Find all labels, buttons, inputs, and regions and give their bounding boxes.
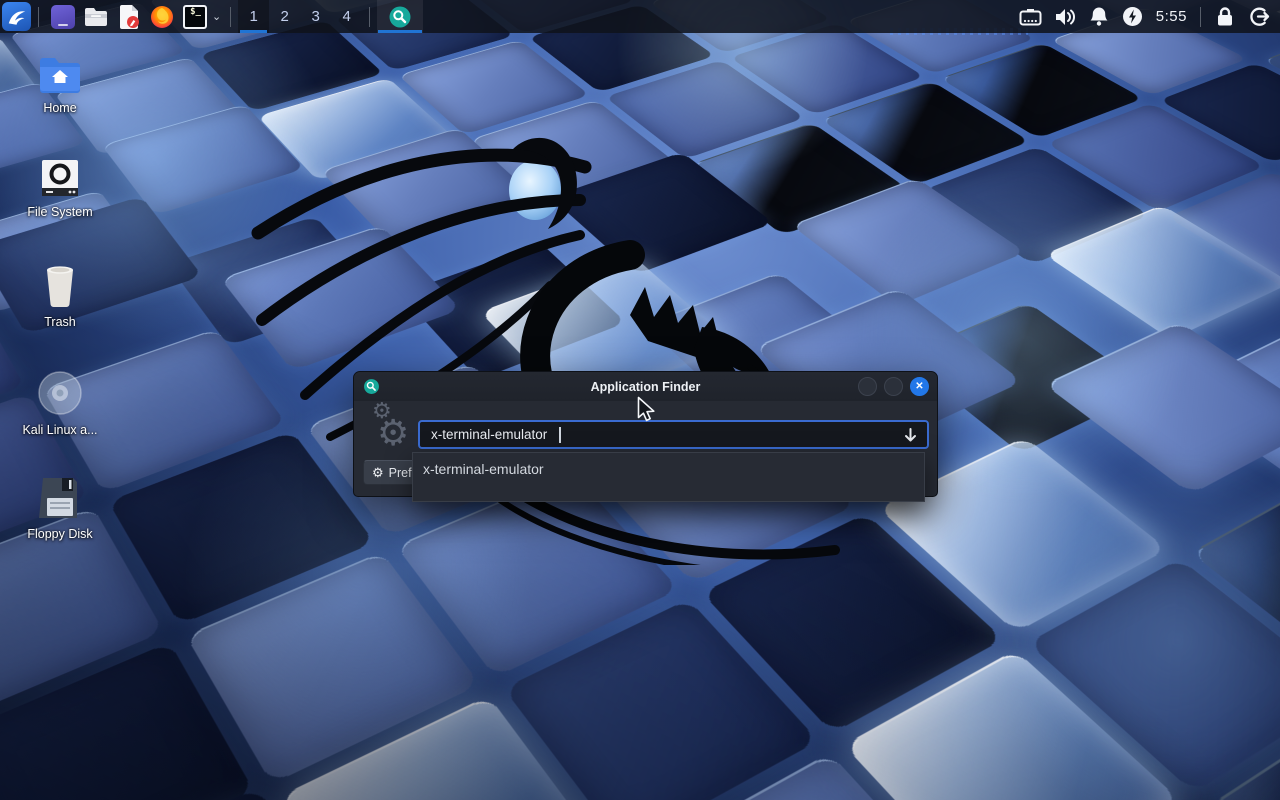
terminal-icon: $_ — [183, 5, 207, 29]
document-icon — [118, 5, 140, 29]
workspace-button-3[interactable]: 3 — [300, 0, 331, 33]
workspace-number: 1 — [250, 8, 258, 25]
panel-separator — [369, 7, 370, 27]
bell-icon — [1089, 6, 1109, 27]
notifications-tray-button[interactable] — [1082, 0, 1116, 33]
desktop-icon-label: Trash — [44, 315, 76, 329]
titlebar[interactable]: Application Finder ✕ — [354, 372, 937, 401]
lock-screen-button[interactable] — [1208, 0, 1242, 33]
workspace-pager: 1 2 3 4 — [238, 0, 362, 33]
top-panel: $_ ⌄ 1 2 3 4 — [0, 0, 1280, 33]
workspace-number: 4 — [343, 8, 351, 25]
panel-right: 5:55 — [1014, 0, 1280, 33]
close-button[interactable]: ✕ — [910, 377, 929, 396]
text-caret — [559, 427, 561, 443]
workspace-button-2[interactable]: 2 — [269, 0, 300, 33]
desktop-root: Home File System Trash Kali Linux a... — [0, 0, 1280, 800]
launcher-terminal-app[interactable] — [49, 3, 76, 30]
maximize-button[interactable] — [884, 377, 903, 396]
power-manager-tray-button[interactable] — [1116, 0, 1150, 33]
network-icon — [1019, 8, 1042, 26]
panel-separator — [230, 7, 231, 27]
cdrom-disc-icon — [37, 370, 83, 416]
panel-separator — [1200, 7, 1201, 27]
app-finder-window-icon — [363, 378, 380, 395]
window-title: Application Finder — [354, 380, 937, 394]
folder-icon — [84, 7, 108, 27]
completion-item[interactable]: x-terminal-emulator — [413, 453, 924, 477]
search-input-value: x-terminal-emulator — [431, 427, 547, 442]
workspace-button-4[interactable]: 4 — [331, 0, 362, 33]
desktop-icon-label: Floppy Disk — [27, 527, 92, 541]
panel-left: $_ ⌄ 1 2 3 4 — [0, 0, 423, 33]
active-workspace-indicator — [240, 30, 267, 33]
gear-icon: ⚙ — [372, 465, 384, 481]
network-tray-button[interactable] — [1014, 0, 1048, 33]
desktop-icon-label: Home — [43, 101, 76, 115]
taskbar-app-finder-button[interactable] — [377, 0, 423, 33]
desktop-icon-trash[interactable]: Trash — [8, 264, 112, 329]
search-input[interactable]: x-terminal-emulator — [418, 420, 929, 449]
purple-app-icon — [51, 5, 75, 29]
completion-popup: x-terminal-emulator — [412, 452, 925, 502]
firefox-icon — [150, 5, 174, 29]
desktop-icon-floppy-disk[interactable]: Floppy Disk — [8, 476, 112, 541]
window-controls: ✕ — [858, 377, 929, 396]
launcher-file-manager[interactable] — [82, 3, 109, 30]
workspace-number: 2 — [281, 8, 289, 25]
close-icon: ✕ — [915, 381, 923, 392]
desktop-icon-label: Kali Linux a... — [22, 423, 97, 437]
trash-icon — [40, 264, 80, 308]
panel-separator — [38, 7, 39, 27]
clock[interactable]: 5:55 — [1156, 8, 1187, 25]
logout-icon — [1249, 6, 1270, 27]
launcher-firefox[interactable] — [148, 3, 175, 30]
desktop-icon-kali-cdrom[interactable]: Kali Linux a... — [8, 370, 112, 437]
floppy-icon — [39, 476, 81, 520]
launcher-terminal-emulator[interactable]: $_ — [181, 3, 208, 30]
chevron-down-icon[interactable]: ⌄ — [212, 10, 221, 23]
dropdown-arrow-icon[interactable] — [903, 427, 918, 444]
minimize-button[interactable] — [858, 377, 877, 396]
desktop-icon-label: File System — [27, 205, 92, 219]
wallpaper-cube — [1044, 321, 1280, 494]
active-task-indicator — [378, 30, 422, 33]
logout-button[interactable] — [1242, 0, 1276, 33]
desktop-icon-home[interactable]: Home — [8, 56, 112, 115]
applications-menu-button[interactable] — [2, 2, 31, 31]
desktop-icon-file-system[interactable]: File System — [8, 158, 112, 219]
workspace-number: 3 — [312, 8, 320, 25]
appfinder-gears-icon: ⚙⚙ — [364, 400, 412, 458]
app-finder-icon — [388, 5, 412, 29]
launcher-text-editor[interactable] — [115, 3, 142, 30]
drive-icon — [39, 158, 81, 198]
lock-icon — [1215, 6, 1235, 27]
workspace-button-1[interactable]: 1 — [238, 0, 269, 33]
battery-bolt-icon — [1122, 6, 1143, 27]
speaker-icon — [1054, 7, 1076, 27]
volume-tray-button[interactable] — [1048, 0, 1082, 33]
home-folder-icon — [38, 56, 82, 94]
kali-logo-icon — [6, 6, 28, 28]
